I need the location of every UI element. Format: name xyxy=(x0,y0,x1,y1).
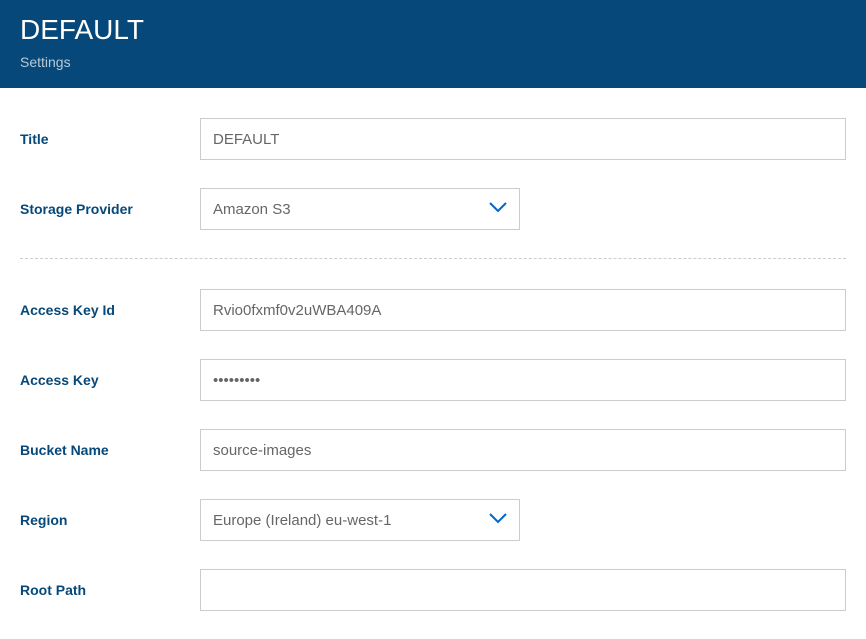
storage-provider-label: Storage Provider xyxy=(20,201,200,217)
page-header: DEFAULT Settings xyxy=(0,0,866,88)
access-key-input[interactable] xyxy=(200,359,846,401)
access-key-id-row: Access Key Id xyxy=(20,289,846,331)
bucket-name-input[interactable] xyxy=(200,429,846,471)
region-row: Region Europe (Ireland) eu-west-1 xyxy=(20,499,846,541)
section-divider xyxy=(20,258,846,259)
bucket-name-row: Bucket Name xyxy=(20,429,846,471)
root-path-input[interactable] xyxy=(200,569,846,611)
root-path-label: Root Path xyxy=(20,582,200,598)
provider-settings-form: Access Key Id Access Key Bucket Name Reg… xyxy=(0,289,866,611)
region-select[interactable]: Europe (Ireland) eu-west-1 xyxy=(200,499,520,541)
root-path-row: Root Path xyxy=(20,569,846,611)
access-key-label: Access Key xyxy=(20,372,200,388)
bucket-name-label: Bucket Name xyxy=(20,442,200,458)
region-label: Region xyxy=(20,512,200,528)
access-key-row: Access Key xyxy=(20,359,846,401)
page-title: DEFAULT xyxy=(20,14,846,46)
title-row: Title xyxy=(20,118,846,160)
storage-provider-select[interactable]: Amazon S3 xyxy=(200,188,520,230)
region-select-wrapper: Europe (Ireland) eu-west-1 xyxy=(200,499,520,541)
storage-provider-row: Storage Provider Amazon S3 xyxy=(20,188,846,230)
storage-provider-select-wrapper: Amazon S3 xyxy=(200,188,520,230)
access-key-id-input[interactable] xyxy=(200,289,846,331)
title-input[interactable] xyxy=(200,118,846,160)
access-key-id-label: Access Key Id xyxy=(20,302,200,318)
settings-form: Title Storage Provider Amazon S3 xyxy=(0,88,866,230)
page-subtitle: Settings xyxy=(20,54,846,70)
title-label: Title xyxy=(20,131,200,147)
